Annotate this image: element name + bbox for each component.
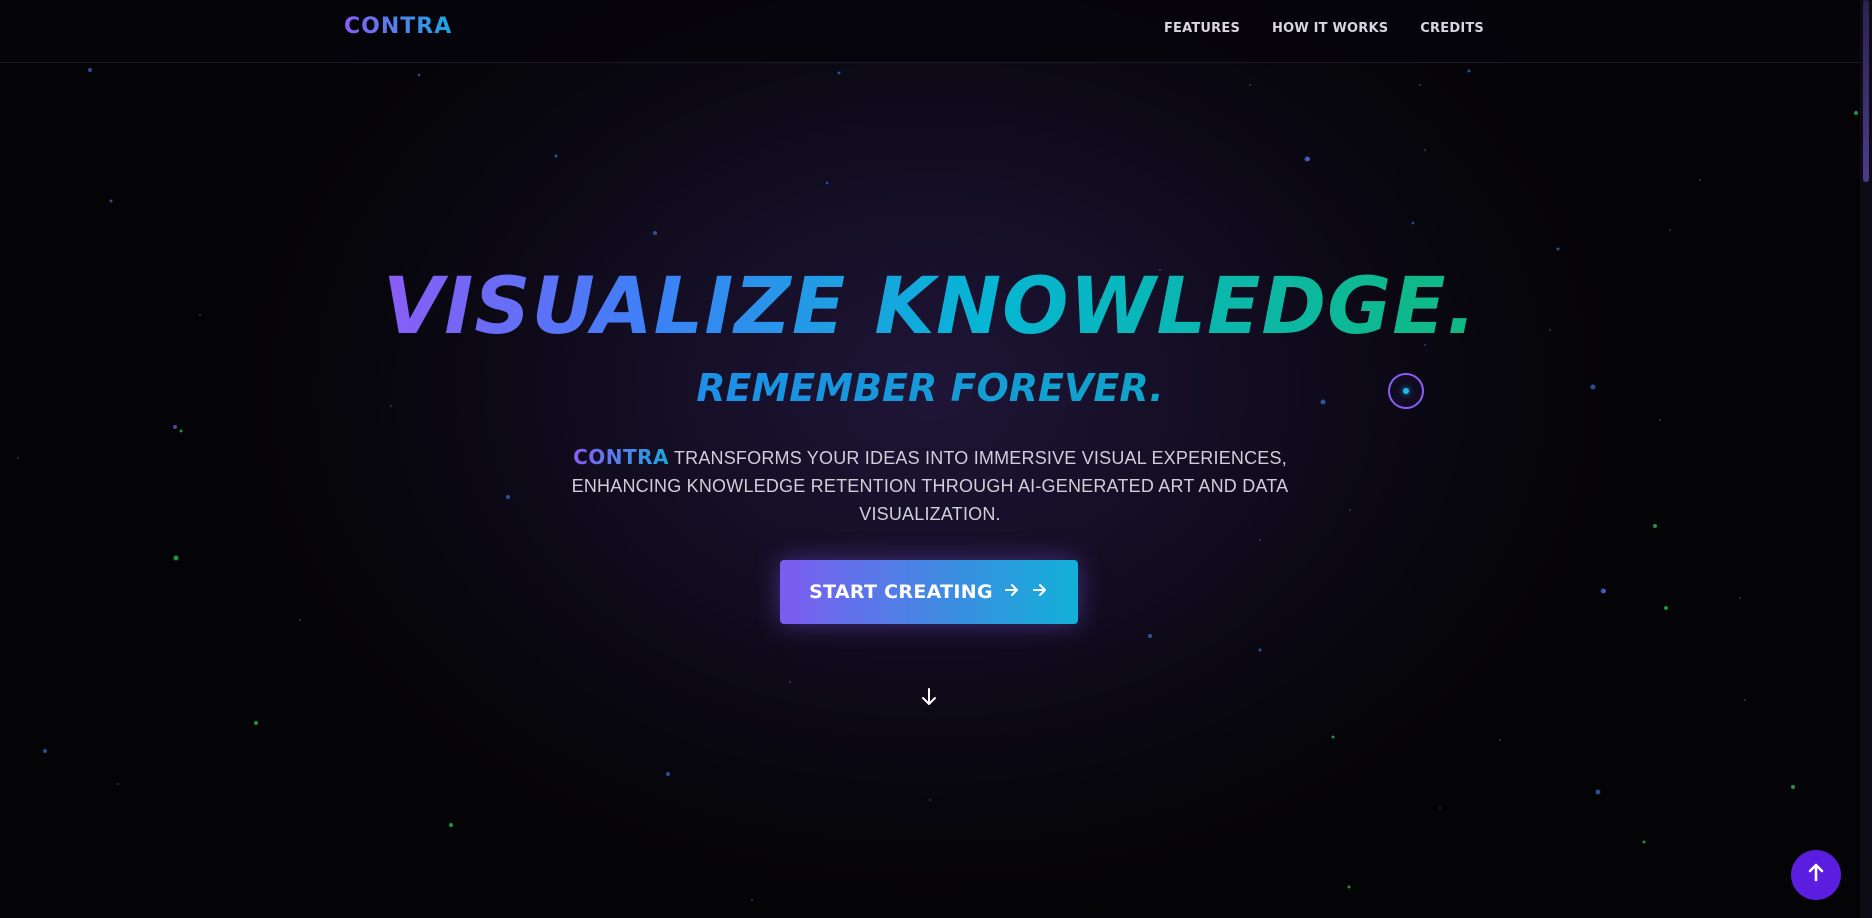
top-nav: CONTRA FEATURES HOW IT WORKS CREDITS <box>0 0 1860 63</box>
description-text: TRANSFORMS YOUR IDEAS INTO IMMERSIVE VIS… <box>571 448 1289 524</box>
nav-link-credits[interactable]: CREDITS <box>1420 21 1484 36</box>
nav-links: FEATURES HOW IT WORKS CREDITS <box>1164 21 1484 36</box>
hero-title: VISUALIZE KNOWLEDGE. <box>0 262 1860 352</box>
hero-subtitle: REMEMBER FOREVER. <box>0 366 1860 410</box>
arrow-down-icon[interactable] <box>918 686 940 713</box>
custom-cursor-ring <box>1388 373 1424 409</box>
arrow-right-icon <box>1003 581 1021 603</box>
scrollbar-thumb[interactable] <box>1863 0 1869 182</box>
nav-link-features[interactable]: FEATURES <box>1164 21 1240 36</box>
logo[interactable]: CONTRA <box>344 14 452 39</box>
hero-description: CONTRA TRANSFORMS YOUR IDEAS INTO IMMERS… <box>560 443 1300 528</box>
arrow-up-icon <box>1806 861 1826 890</box>
hero-subtitle-text: REMEMBER FOREVER. <box>696 366 1164 410</box>
start-creating-label: START CREATING <box>809 581 993 603</box>
custom-cursor-dot <box>1403 388 1409 394</box>
back-to-top-button[interactable] <box>1791 850 1841 900</box>
nav-link-how-it-works[interactable]: HOW IT WORKS <box>1272 21 1388 36</box>
page: CONTRA FEATURES HOW IT WORKS CREDITS VIS… <box>0 0 1872 918</box>
hero-title-text: VISUALIZE KNOWLEDGE. <box>382 262 1478 352</box>
scrollbar[interactable] <box>1860 0 1872 918</box>
start-creating-button[interactable]: START CREATING <box>780 560 1078 624</box>
arrow-right-icon <box>1031 581 1049 603</box>
description-brand: CONTRA <box>573 445 670 469</box>
